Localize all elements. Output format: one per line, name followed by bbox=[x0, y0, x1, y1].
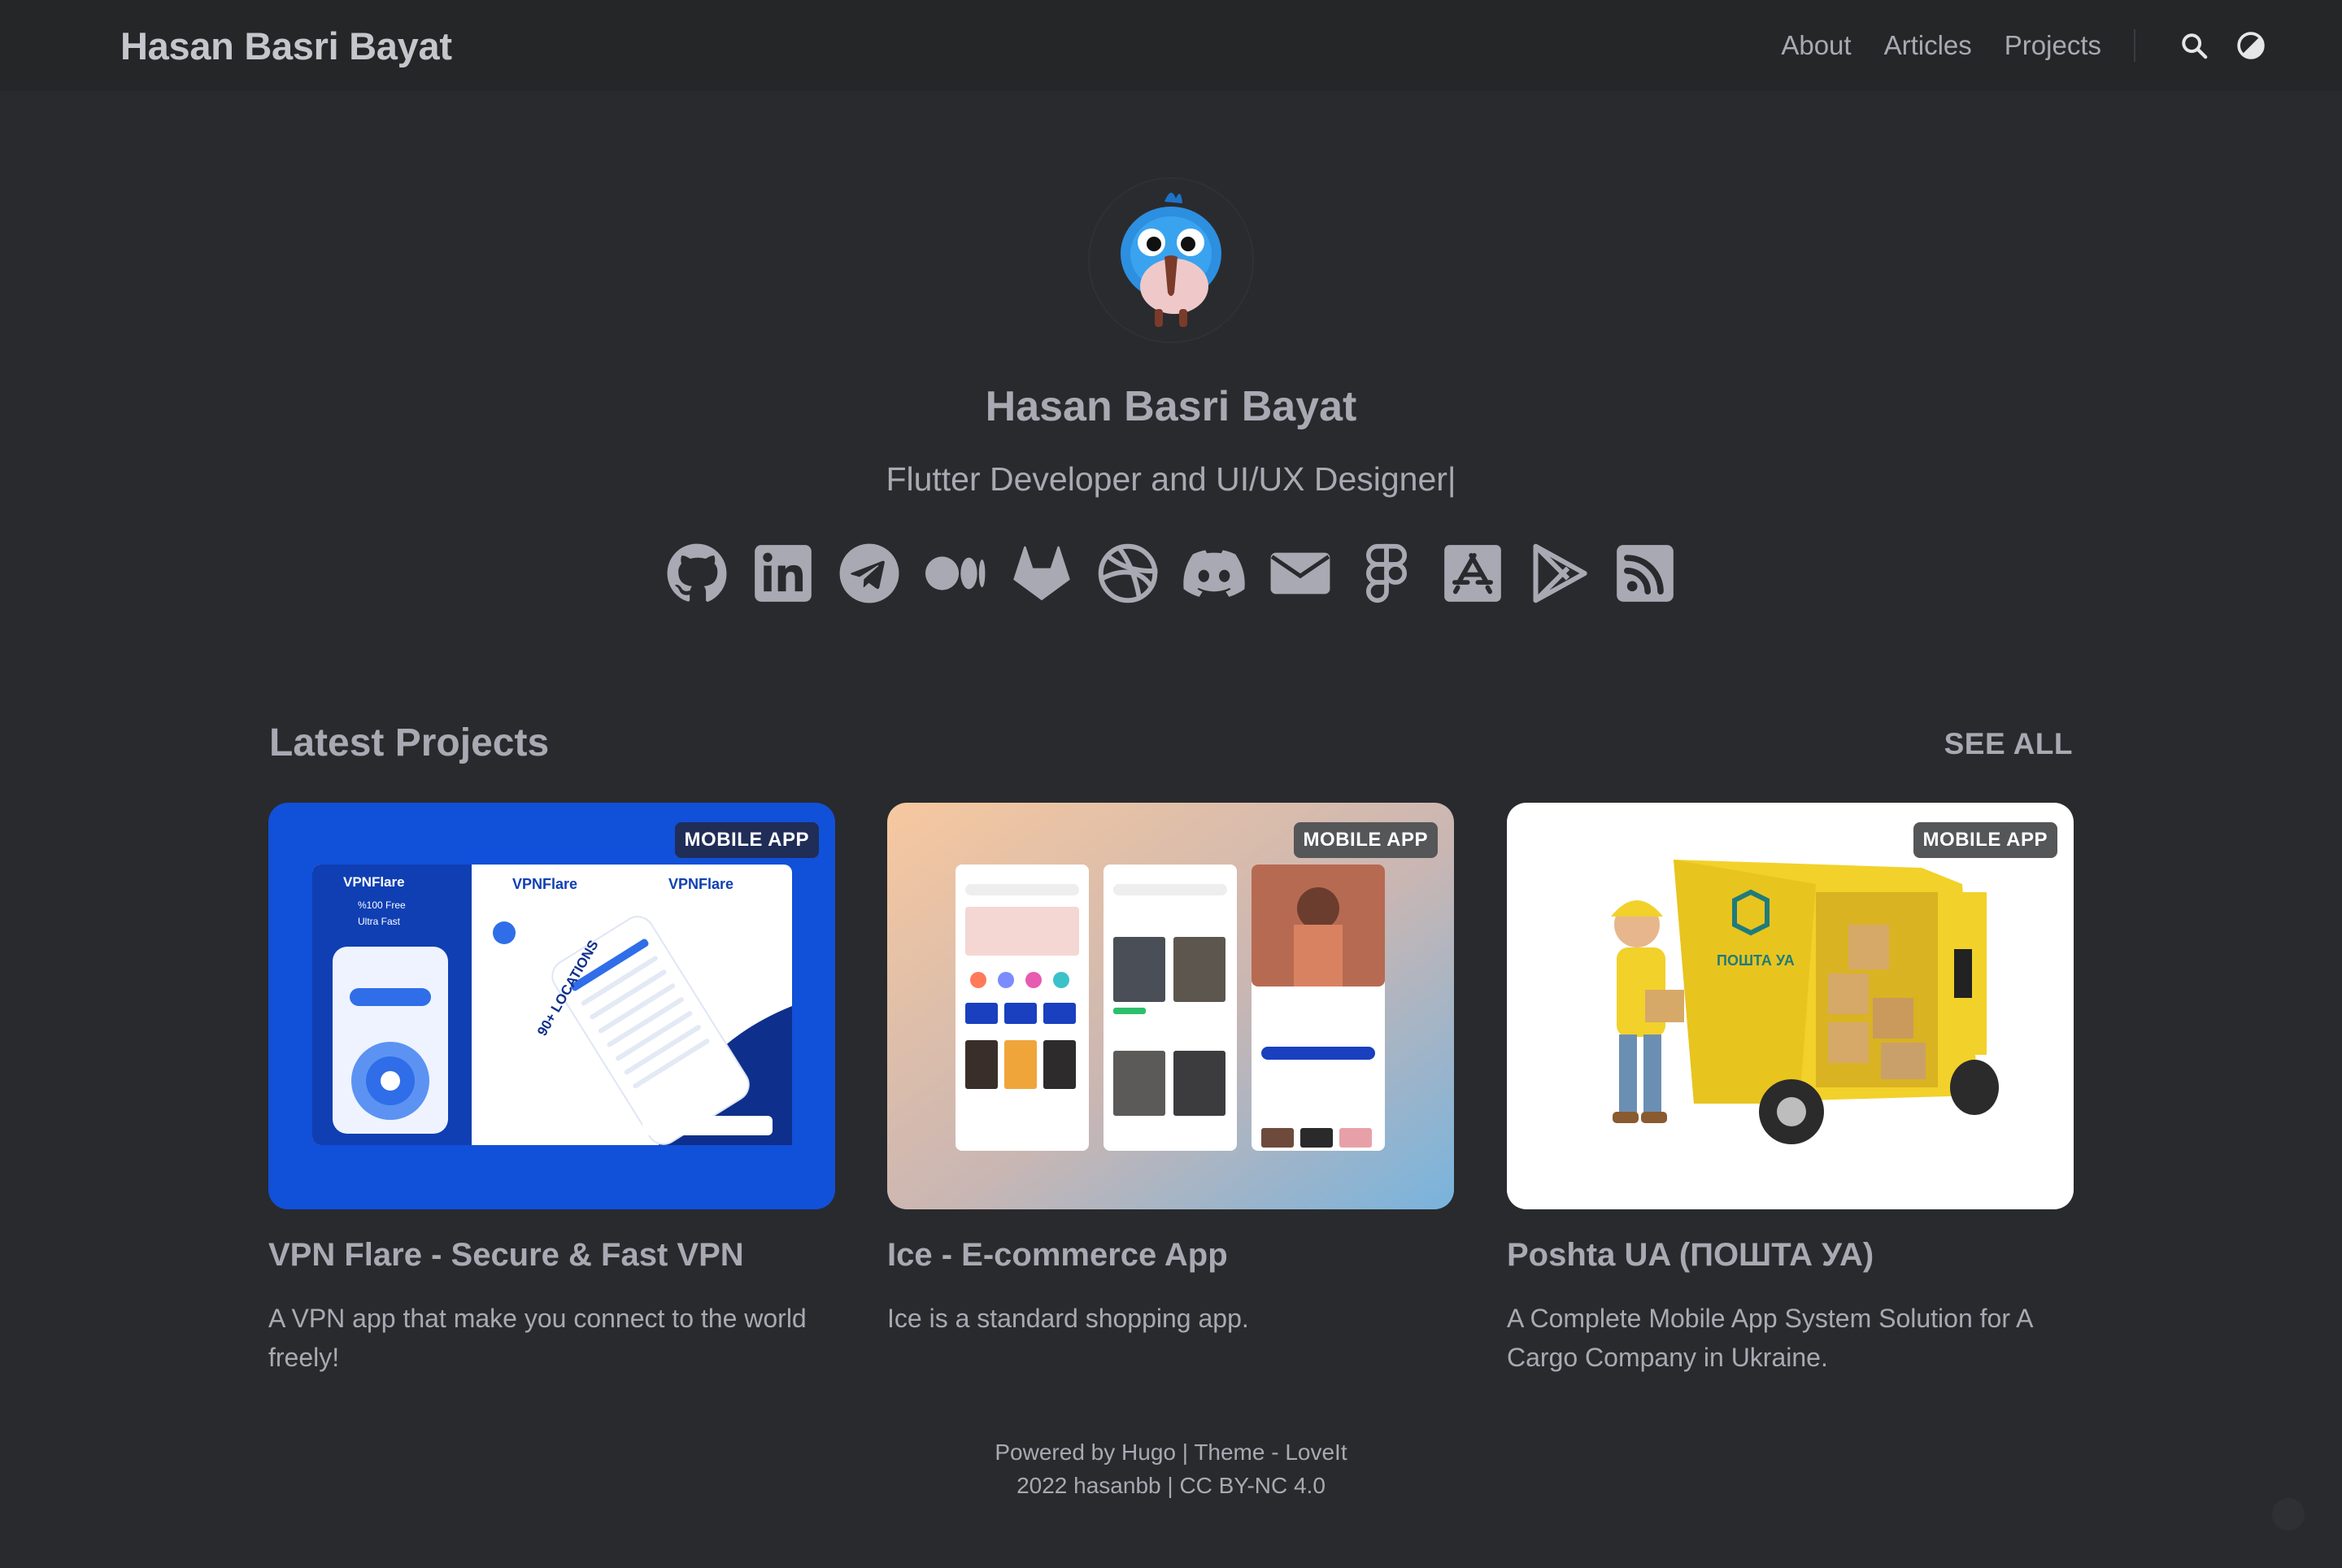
project-image-ice[interactable]: MOBILE APP bbox=[887, 803, 1454, 1209]
project-description: A Complete Mobile App System Solution fo… bbox=[1507, 1304, 2032, 1372]
footer-theme-link[interactable]: Theme - LoveIt bbox=[1194, 1440, 1347, 1465]
site-footer: Powered by Hugo | Theme - LoveIt 2022 ha… bbox=[0, 1436, 2342, 1502]
project-title[interactable]: VPN Flare - Secure & Fast VPN bbox=[268, 1234, 835, 1276]
footer-year: 2022 bbox=[1016, 1472, 1068, 1498]
project-card-vpn-flare[interactable]: VPNFlare %100 Free Ultra Fast VPNFlare V… bbox=[268, 803, 835, 1377]
medium-icon[interactable] bbox=[923, 541, 988, 606]
nav-articles[interactable]: Articles bbox=[1884, 30, 1972, 61]
project-image-vpn-flare[interactable]: VPNFlare %100 Free Ultra Fast VPNFlare V… bbox=[268, 803, 835, 1209]
project-card-poshta-ua[interactable]: ПОШТА УА MOBILE APP Poshta UA (ПОШТА УА)… bbox=[1507, 803, 2074, 1377]
footer-line-1: Powered by Hugo | Theme - LoveIt bbox=[0, 1436, 2342, 1470]
telegram-icon[interactable] bbox=[837, 541, 902, 606]
social-links bbox=[0, 541, 2342, 606]
search-icon[interactable] bbox=[2178, 29, 2210, 62]
figma-icon[interactable] bbox=[1354, 541, 1419, 606]
project-badge: MOBILE APP bbox=[674, 822, 819, 858]
poshta-logo-text: ПОШТА УА bbox=[1717, 952, 1795, 969]
vpn-line2-text: Ultra Fast bbox=[358, 916, 401, 927]
dribbble-icon[interactable] bbox=[1095, 541, 1160, 606]
email-icon[interactable] bbox=[1268, 541, 1333, 606]
vpn-brand-text-2: VPNFlare bbox=[512, 876, 577, 892]
github-icon[interactable] bbox=[664, 541, 729, 606]
project-card-ice[interactable]: MOBILE APP Ice - E-commerce App Ice is a… bbox=[887, 803, 1454, 1338]
footer-separator: | bbox=[1182, 1440, 1189, 1465]
gitlab-icon[interactable] bbox=[1009, 541, 1074, 606]
project-badge: MOBILE APP bbox=[1913, 822, 2057, 858]
back-to-top-button[interactable] bbox=[2272, 1498, 2305, 1531]
section-title-latest-projects: Latest Projects bbox=[269, 721, 550, 764]
project-description: Ice is a standard shopping app. bbox=[887, 1304, 1249, 1333]
google-play-icon[interactable] bbox=[1526, 541, 1591, 606]
site-title-link[interactable]: Hasan Basri Bayat bbox=[120, 24, 452, 68]
project-badge: MOBILE APP bbox=[1293, 822, 1438, 858]
theme-toggle-icon[interactable] bbox=[2235, 29, 2267, 62]
footer-line-2: 2022 hasanbb | CC BY-NC 4.0 bbox=[0, 1470, 2342, 1503]
nav-about[interactable]: About bbox=[1781, 30, 1851, 61]
project-title[interactable]: Poshta UA (ПОШТА УА) bbox=[1507, 1234, 2074, 1276]
profile-name: Hasan Basri Bayat bbox=[985, 383, 1357, 430]
see-all-link[interactable]: SEE ALL bbox=[1944, 727, 2073, 761]
project-image-poshta-ua[interactable]: ПОШТА УА MOBILE APP bbox=[1507, 803, 2074, 1209]
footer-powered-by: Powered by bbox=[995, 1440, 1116, 1465]
vpn-brand-text-3: VPNFlare bbox=[668, 876, 734, 892]
avatar bbox=[1090, 179, 1252, 342]
bird-avatar-icon bbox=[1090, 179, 1252, 342]
nav-projects[interactable]: Projects bbox=[2005, 30, 2101, 61]
footer-license-link[interactable]: CC BY-NC 4.0 bbox=[1179, 1473, 1325, 1498]
footer-hugo-link[interactable]: Hugo bbox=[1121, 1440, 1176, 1465]
app-store-icon[interactable] bbox=[1440, 541, 1505, 606]
vpn-brand-text: VPNFlare bbox=[343, 874, 405, 890]
discord-icon[interactable] bbox=[1182, 541, 1247, 606]
footer-author-link[interactable]: hasanbb bbox=[1073, 1473, 1160, 1498]
main-nav: About Articles Projects bbox=[1748, 29, 2267, 62]
linkedin-icon[interactable] bbox=[751, 541, 816, 606]
footer-separator-2: | bbox=[1167, 1472, 1173, 1498]
nav-divider bbox=[2134, 29, 2135, 62]
site-header: Hasan Basri Bayat About Articles Project… bbox=[0, 0, 2342, 91]
rss-icon[interactable] bbox=[1613, 541, 1678, 606]
profile-subtitle: Flutter Developer and UI/UX Designer| bbox=[886, 460, 1456, 498]
project-description: A VPN app that make you connect to the w… bbox=[268, 1304, 807, 1372]
vpn-line1-text: %100 Free bbox=[358, 899, 406, 911]
project-title[interactable]: Ice - E-commerce App bbox=[887, 1234, 1454, 1276]
